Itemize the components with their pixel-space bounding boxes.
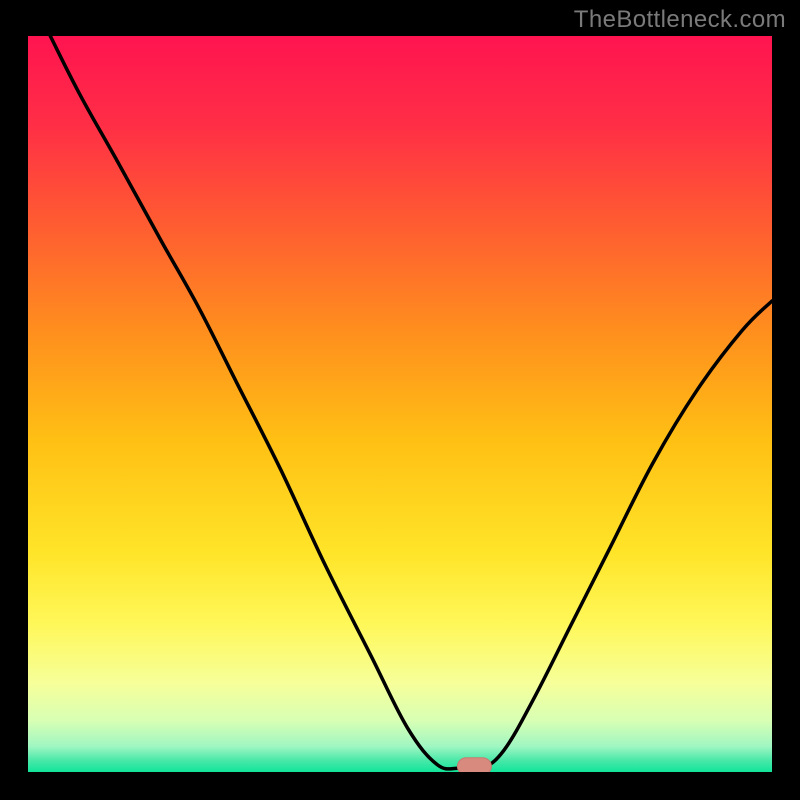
bottleneck-chart: [28, 36, 772, 772]
heat-gradient-rect: [28, 36, 772, 772]
plot-area: [28, 36, 772, 772]
watermark-text: TheBottleneck.com: [574, 6, 786, 34]
chart-frame: TheBottleneck.com: [0, 0, 800, 800]
optimal-point-marker: [457, 758, 491, 772]
